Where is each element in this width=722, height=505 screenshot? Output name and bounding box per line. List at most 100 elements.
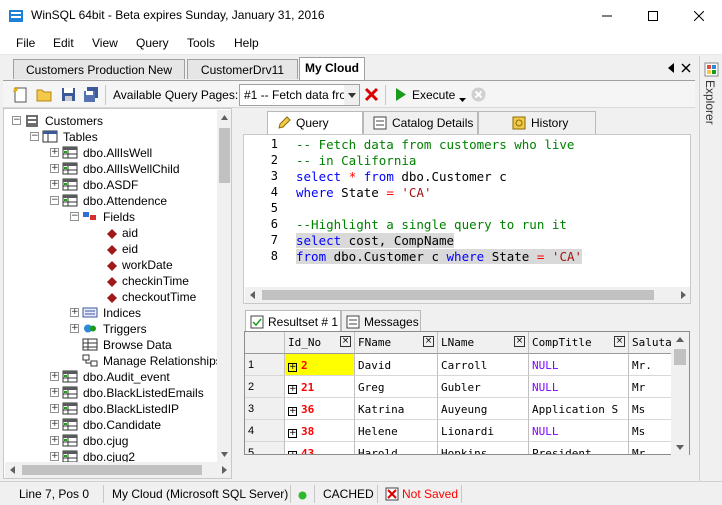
tree-vertical-scrollbar[interactable] — [217, 110, 231, 462]
expand-icon[interactable]: + — [50, 420, 59, 429]
grid-cell[interactable]: +21 — [285, 376, 355, 398]
tab-customerdrv11[interactable]: CustomerDrv11 — [187, 59, 298, 79]
grid-cell[interactable]: Greg — [355, 376, 438, 398]
tree-node[interactable]: − Customers — [4, 113, 216, 129]
grid-cell[interactable]: Auyeung — [438, 398, 529, 420]
expand-row-icon[interactable]: + — [288, 385, 297, 394]
tree-node[interactable]: checkoutTime — [4, 289, 216, 305]
open-folder-icon[interactable] — [36, 86, 53, 103]
query-pages-select[interactable]: #1 -- Fetch data fro — [239, 84, 360, 106]
grid-cell[interactable]: Lionardi — [438, 420, 529, 442]
tree-node[interactable]: + dbo.AllIsWellChild — [4, 161, 216, 177]
code-line[interactable]: 3 select * from dbo.Customer c — [244, 169, 684, 185]
expand-icon[interactable]: + — [50, 148, 59, 157]
tree-node[interactable]: + Indices — [4, 305, 216, 321]
expand-icon[interactable]: + — [50, 452, 59, 461]
code-line[interactable]: 7 select cost, CompName — [244, 233, 684, 249]
tab-query[interactable]: Query — [267, 111, 363, 134]
menu-tools[interactable]: Tools — [187, 36, 215, 50]
expand-row-icon[interactable]: + — [288, 363, 297, 372]
tree-node[interactable]: aid — [4, 225, 216, 241]
tree-node[interactable]: + Triggers — [4, 321, 216, 337]
explorer-icon[interactable] — [704, 62, 719, 80]
collapse-icon[interactable]: − — [30, 132, 39, 141]
tree-node[interactable]: + dbo.ASDF — [4, 177, 216, 193]
grid-cell[interactable]: Harold — [355, 442, 438, 454]
expand-icon[interactable]: + — [70, 308, 79, 317]
code-line[interactable]: 2 -- in California — [244, 153, 684, 169]
grid-cell[interactable]: Application S — [529, 398, 629, 420]
save-all-icon[interactable] — [83, 86, 100, 103]
code-line[interactable]: 4 where State = 'CA' — [244, 185, 684, 201]
tree-node[interactable]: + dbo.cjug — [4, 433, 216, 449]
column-filter-icon[interactable]: × — [423, 336, 434, 347]
expand-icon[interactable]: + — [50, 164, 59, 173]
expand-row-icon[interactable]: + — [288, 407, 297, 416]
close-button[interactable] — [676, 0, 722, 31]
explorer-tab[interactable]: Explorer — [703, 80, 717, 125]
minimize-button[interactable] — [584, 0, 630, 31]
tree-node[interactable]: − dbo.Attendence — [4, 193, 216, 209]
menu-edit[interactable]: Edit — [53, 36, 74, 50]
collapse-icon[interactable]: − — [12, 116, 21, 125]
grid-cell[interactable]: +38 — [285, 420, 355, 442]
tab-resultset-1[interactable]: Resultset # 1 — [245, 310, 341, 332]
tab-messages[interactable]: Messages — [341, 310, 421, 332]
execute-dropdown-icon[interactable] — [459, 92, 466, 106]
collapse-icon[interactable]: − — [70, 212, 79, 221]
new-query-icon[interactable] — [12, 86, 29, 103]
execute-button[interactable]: Execute — [412, 88, 455, 102]
expand-icon[interactable]: + — [50, 404, 59, 413]
column-header[interactable]: FName × — [355, 332, 438, 354]
tab-close-icon[interactable] — [681, 62, 691, 76]
menu-view[interactable]: View — [92, 36, 118, 50]
sql-editor[interactable]: 1 -- Fetch data from customers who live 2 -… — [243, 134, 691, 304]
tree-node[interactable]: + dbo.BlackListedIP — [4, 401, 216, 417]
grid-cell[interactable]: David — [355, 354, 438, 376]
maximize-button[interactable] — [630, 0, 676, 31]
grid-cell[interactable]: NULL — [529, 376, 629, 398]
execute-play-icon[interactable] — [392, 86, 409, 103]
code-line[interactable]: 5 — [244, 201, 684, 217]
tab-catalog-details[interactable]: Catalog Details — [363, 111, 478, 134]
grid-cell[interactable]: +43 — [285, 442, 355, 454]
tree-node[interactable]: eid — [4, 241, 216, 257]
tab-history[interactable]: History — [478, 111, 596, 134]
tree-node[interactable]: + dbo.AllIsWell — [4, 145, 216, 161]
grid-cell[interactable]: Gubler — [438, 376, 529, 398]
tree-node[interactable]: + dbo.Candidate — [4, 417, 216, 433]
column-filter-icon[interactable]: × — [514, 336, 525, 347]
tree-node[interactable]: checkinTime — [4, 273, 216, 289]
expand-icon[interactable]: + — [50, 436, 59, 445]
grid-cell[interactable]: NULL — [529, 420, 629, 442]
column-header[interactable]: CompTitle × — [529, 332, 629, 354]
column-header[interactable]: LName × — [438, 332, 529, 354]
grid-cell[interactable]: President — [529, 442, 629, 454]
column-header[interactable]: Id_No × — [285, 332, 355, 354]
column-filter-icon[interactable]: × — [340, 336, 351, 347]
menu-query[interactable]: Query — [136, 36, 169, 50]
grid-cell[interactable]: +36 — [285, 398, 355, 420]
tree-node[interactable]: workDate — [4, 257, 216, 273]
tree-node[interactable]: Browse Data — [4, 337, 216, 353]
grid-cell[interactable]: Hopkins — [438, 442, 529, 454]
collapse-icon[interactable]: − — [50, 196, 59, 205]
tree-horizontal-scrollbar[interactable] — [5, 462, 231, 478]
delete-query-icon[interactable] — [363, 86, 380, 103]
tree-node[interactable]: + dbo.BlackListedEmails — [4, 385, 216, 401]
tab-customers-production-new[interactable]: Customers Production New — [13, 59, 185, 79]
tree-node[interactable]: Manage Relationships — [4, 353, 222, 369]
tree-node[interactable]: + dbo.Audit_event — [4, 369, 216, 385]
code-line[interactable]: 8 from dbo.Customer c where State = 'CA' — [244, 249, 684, 265]
expand-row-icon[interactable]: + — [288, 429, 297, 438]
menu-help[interactable]: Help — [234, 36, 259, 50]
grid-cell[interactable]: Carroll — [438, 354, 529, 376]
tree-node[interactable]: − Tables — [4, 129, 216, 145]
cancel-execution-icon[interactable] — [470, 86, 487, 103]
grid-cell[interactable]: NULL — [529, 354, 629, 376]
grid-cell[interactable]: Helene — [355, 420, 438, 442]
tab-scroll-left-icon[interactable] — [667, 62, 675, 76]
expand-icon[interactable]: + — [50, 180, 59, 189]
save-icon[interactable] — [60, 86, 77, 103]
expand-icon[interactable]: + — [50, 388, 59, 397]
